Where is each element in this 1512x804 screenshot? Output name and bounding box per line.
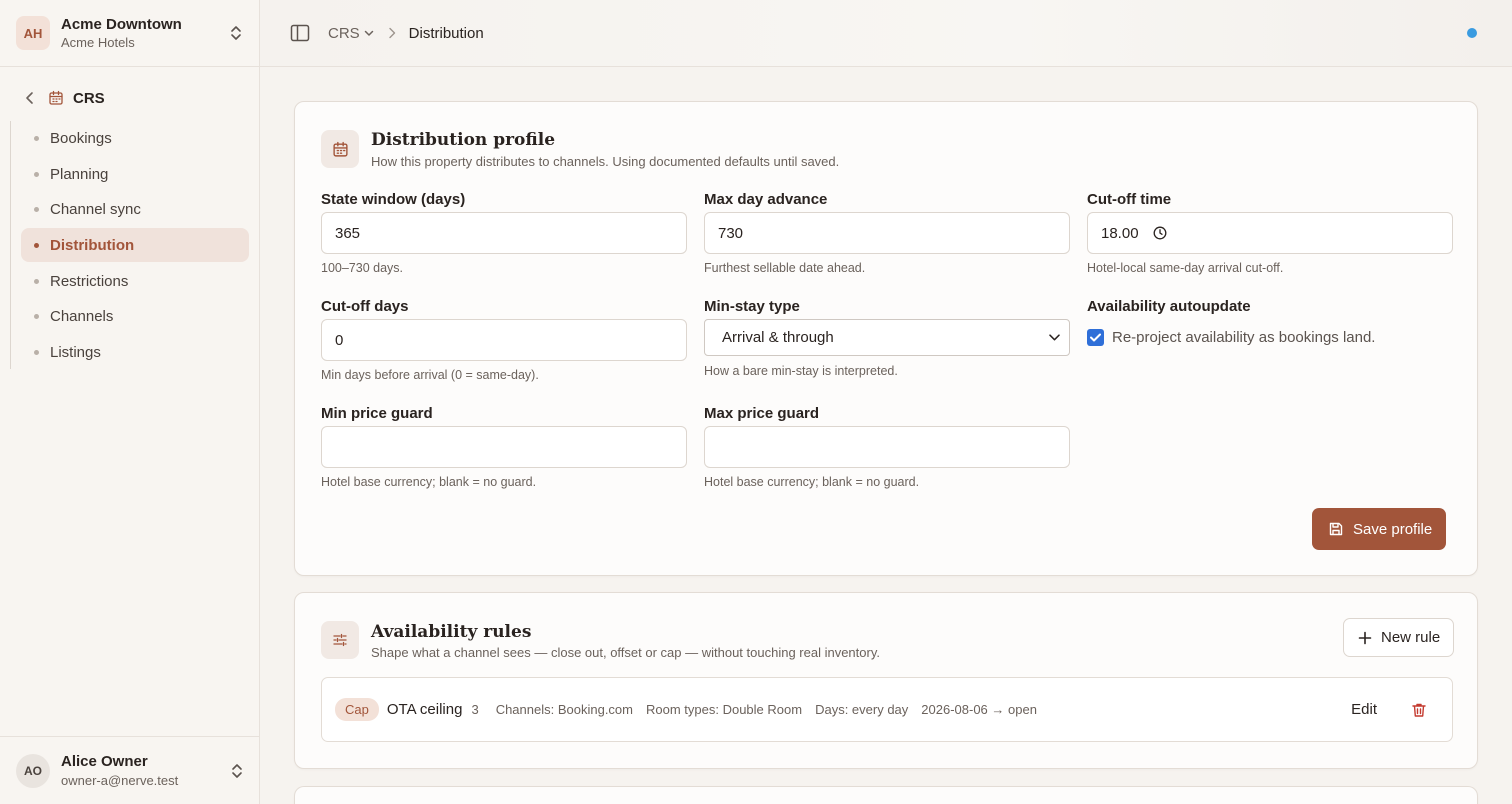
distribution-profile-card: Distribution profile How this property d… [294, 101, 1478, 576]
calendar-icon [49, 90, 63, 105]
new-rule-button[interactable]: New rule [1343, 618, 1455, 657]
org-switcher[interactable]: AH Acme Downtown Acme Hotels [0, 0, 259, 67]
max-price-guard-field[interactable] [704, 426, 1070, 468]
breadcrumb-current: Distribution [408, 24, 484, 42]
sidebar: AH Acme Downtown Acme Hotels CRS Booking… [0, 0, 260, 804]
rule-count: 3 [471, 702, 479, 717]
bullet-icon [34, 206, 39, 212]
breadcrumb-crs[interactable]: CRS [328, 25, 374, 42]
chevrons-up-down-icon [232, 763, 242, 778]
max-day-advance-label: Max day advance [704, 191, 828, 208]
rule-days: Days: every day [815, 702, 909, 717]
org-name: Acme Downtown [61, 16, 182, 33]
min-stay-type-value: Arrival & through [722, 329, 834, 346]
edit-rule-button[interactable]: Edit [1351, 701, 1377, 718]
sidebar-nav: Bookings Planning Channel sync Distribut… [10, 121, 250, 369]
min-price-guard-help: Hotel base currency; blank = no guard. [321, 475, 537, 489]
check-icon [1090, 333, 1101, 342]
cutoff-days-label: Cut-off days [321, 298, 409, 315]
chevron-right-icon [388, 27, 395, 39]
chevron-down-icon [1049, 334, 1060, 341]
autoupdate-checkbox[interactable] [1087, 329, 1104, 346]
bullet-icon [34, 313, 39, 319]
sidebar-item-bookings[interactable]: Bookings [21, 121, 249, 155]
rule-row: Cap OTA ceiling 3 Channels: Booking.com … [321, 677, 1453, 742]
clock-icon[interactable] [1153, 226, 1167, 240]
chevron-down-icon [364, 30, 373, 36]
min-price-guard-input[interactable] [335, 438, 673, 456]
min-price-guard-field[interactable] [321, 426, 687, 468]
max-day-advance-field[interactable] [704, 212, 1070, 254]
org-company: Acme Hotels [61, 35, 135, 50]
cutoff-days-field[interactable] [321, 319, 687, 361]
org-avatar: AH [16, 16, 50, 50]
save-icon [1329, 522, 1343, 536]
min-stay-type-label: Min-stay type [704, 298, 800, 315]
user-avatar: AO [16, 753, 50, 788]
rule-channels: Channels: Booking.com [495, 702, 633, 717]
bullet-icon [34, 278, 39, 284]
rule-name: OTA ceiling [386, 701, 463, 718]
max-price-guard-label: Max price guard [704, 405, 820, 422]
max-price-guard-help: Hotel base currency; blank = no guard. [704, 475, 920, 489]
plus-icon [1358, 631, 1372, 644]
user-name: Alice Owner [61, 753, 148, 770]
breadcrumb: CRS Distribution [328, 25, 484, 42]
card-description: How this property distributes to channel… [371, 154, 840, 169]
calendar-icon [321, 130, 359, 168]
sidebar-item-distribution[interactable]: Distribution [21, 228, 249, 262]
next-card [294, 786, 1478, 804]
max-price-guard-input[interactable] [718, 438, 1056, 456]
autoupdate-checkbox-label[interactable]: Re-project availability as bookings land… [1112, 329, 1375, 346]
rule-type-badge: Cap [335, 698, 379, 721]
sidebar-item-restrictions[interactable]: Restrictions [21, 264, 249, 298]
trash-icon[interactable] [1411, 702, 1427, 718]
cutoff-time-field[interactable]: 18.00 [1087, 212, 1453, 254]
cutoff-days-help: Min days before arrival (0 = same-day). [321, 368, 539, 382]
availability-rules-card: Availability rules Shape what a channel … [294, 592, 1478, 769]
cutoff-time-help: Hotel-local same-day arrival cut-off. [1087, 261, 1284, 275]
sidebar-section-header[interactable]: CRS [0, 82, 259, 114]
cutoff-time-label: Cut-off time [1087, 191, 1172, 208]
sliders-icon [321, 621, 359, 659]
user-email: owner-a@nerve.test [61, 773, 179, 788]
state-window-input[interactable] [335, 224, 673, 242]
sidebar-toggle-icon[interactable] [290, 24, 310, 42]
sidebar-section-title: CRS [73, 89, 105, 107]
top-bar: CRS Distribution [260, 0, 1512, 67]
bullet-icon [34, 242, 39, 248]
max-day-advance-input[interactable] [718, 224, 1056, 242]
chevrons-up-down-icon [231, 26, 241, 40]
max-day-advance-help: Furthest sellable date ahead. [704, 261, 866, 275]
bullet-icon [34, 171, 39, 177]
min-stay-type-help: How a bare min-stay is interpreted. [704, 364, 898, 378]
rule-room-types: Room types: Double Room [646, 702, 803, 717]
sidebar-item-channel-sync[interactable]: Channel sync [21, 192, 249, 226]
user-menu[interactable]: AO Alice Owner owner-a@nerve.test [0, 736, 260, 804]
rule-dates: 2026-08-06 → open [921, 702, 1037, 717]
card-title: Distribution profile [371, 130, 556, 150]
state-window-field[interactable] [321, 212, 687, 254]
chevron-left-icon[interactable] [24, 91, 36, 105]
state-window-help: 100–730 days. [321, 261, 404, 275]
min-stay-type-select[interactable]: Arrival & through [704, 319, 1070, 356]
cutoff-days-input[interactable] [335, 331, 673, 349]
bullet-icon [34, 349, 39, 355]
save-profile-button[interactable]: Save profile [1312, 508, 1447, 550]
card-title: Availability rules [371, 622, 532, 642]
cutoff-time-value[interactable]: 18.00 [1101, 225, 1139, 242]
autoupdate-label: Availability autoupdate [1087, 298, 1251, 315]
card-description: Shape what a channel sees — close out, o… [371, 645, 880, 660]
sidebar-item-channels[interactable]: Channels [21, 299, 249, 333]
sidebar-item-planning[interactable]: Planning [21, 157, 249, 191]
bullet-icon [34, 135, 39, 141]
state-window-label: State window (days) [321, 191, 466, 208]
sidebar-item-listings[interactable]: Listings [21, 335, 249, 369]
min-price-guard-label: Min price guard [321, 405, 433, 422]
status-indicator [1467, 28, 1477, 38]
